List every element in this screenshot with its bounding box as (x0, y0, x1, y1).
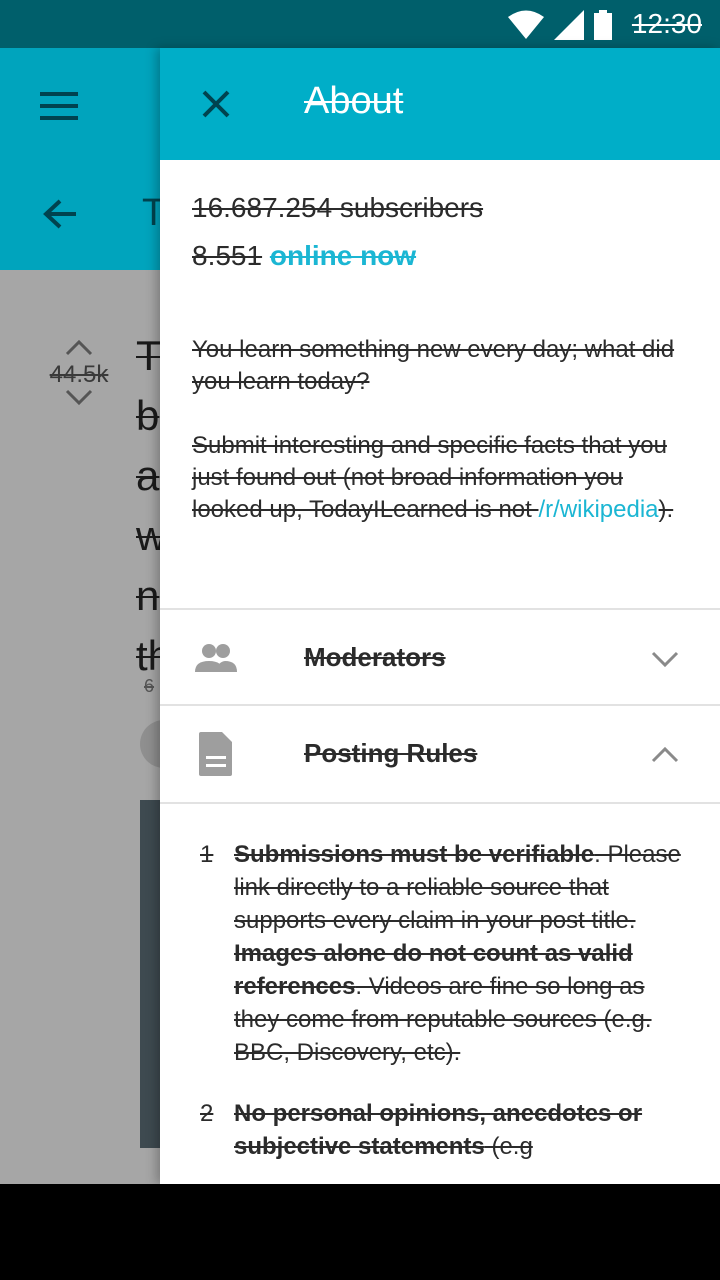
rule-number: 2 (200, 1100, 214, 1127)
rule-text: Submissions must be verifiable. Please l… (234, 841, 681, 1066)
drawer-header: About (160, 48, 720, 160)
section-label: Moderators (304, 642, 446, 672)
upvote-icon[interactable] (65, 338, 93, 356)
chevron-down-icon (651, 651, 679, 668)
rule-item: 2 No personal opinions, anecdotes or sub… (200, 1097, 690, 1163)
drawer-title: About (304, 80, 404, 122)
vote-widget: 44.5k (44, 338, 114, 412)
online-count-line: 8.551 online now (192, 240, 692, 272)
system-navigation-bar (0, 1184, 720, 1280)
vote-score: 44.5k (49, 361, 109, 388)
background-image (140, 800, 160, 1148)
rule-text: No personal opinions, anecdotes or subje… (234, 1100, 643, 1160)
battery-icon (594, 10, 612, 40)
subreddit-description: You learn something new every day; what … (192, 334, 682, 558)
close-icon[interactable] (194, 82, 238, 126)
rule-number: 1 (200, 841, 214, 868)
subscriber-count: 16.687.254 subscribers (192, 192, 484, 223)
section-label: Posting Rules (304, 738, 478, 768)
section-posting-rules[interactable]: Posting Rules (160, 706, 720, 802)
document-icon (199, 732, 232, 776)
online-count: 8.551 (192, 240, 263, 271)
menu-icon[interactable] (40, 92, 80, 120)
wifi-icon (508, 10, 544, 39)
clock: 12:30 (631, 8, 702, 39)
posting-rules-list: 1 Submissions must be verifiable. Please… (200, 838, 690, 1184)
cell-signal-icon (554, 10, 584, 40)
divider (160, 802, 720, 804)
downvote-icon[interactable] (65, 389, 93, 407)
subreddit-stats: 16.687.254 subscribers 8.551 online now (192, 192, 692, 272)
about-drawer: About 16.687.254 subscribers 8.551 onlin… (160, 48, 720, 1184)
description-paragraph-1: You learn something new every day; what … (192, 336, 675, 395)
people-icon (195, 644, 237, 672)
chevron-up-icon (651, 746, 679, 763)
section-moderators[interactable]: Moderators (160, 610, 720, 706)
background-post-meta: 6 (144, 676, 155, 696)
rule-item: 1 Submissions must be verifiable. Please… (200, 838, 690, 1069)
back-arrow-icon[interactable] (42, 198, 78, 230)
online-label: online now (269, 240, 417, 271)
status-icons (508, 10, 612, 40)
status-bar: 12:30 (0, 0, 720, 48)
wikipedia-link[interactable]: /r/wikipedia (538, 496, 658, 523)
description-paragraph-2: Submit interesting and specific facts th… (192, 432, 674, 523)
